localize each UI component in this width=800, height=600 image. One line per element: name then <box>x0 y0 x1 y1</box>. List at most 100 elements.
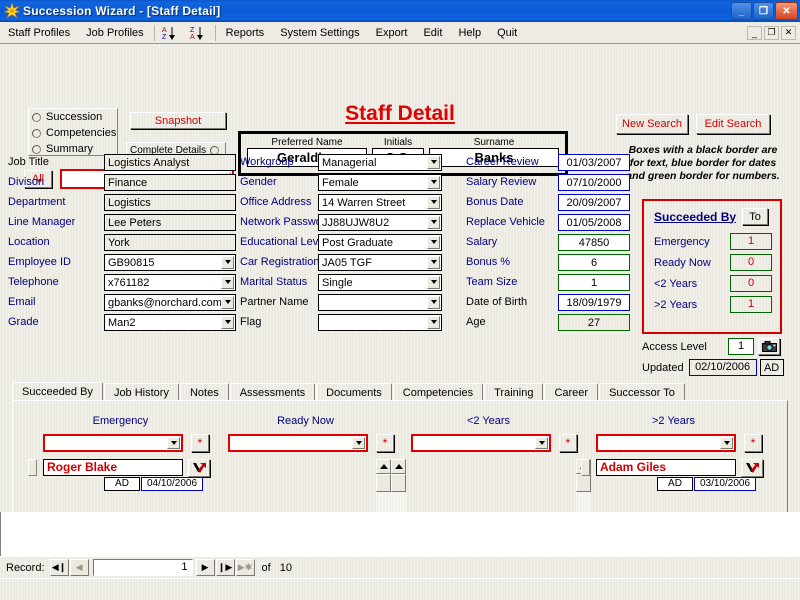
first-record-button[interactable]: ◀❙ <box>49 559 69 576</box>
menu-item-export[interactable]: Export <box>368 24 416 42</box>
tab-job-history[interactable]: Job History <box>103 383 179 401</box>
chevron-down-icon[interactable] <box>427 215 440 229</box>
chevron-down-icon[interactable] <box>427 295 440 309</box>
field-text[interactable]: Logistics Analyst <box>104 153 236 171</box>
field-combo[interactable] <box>318 293 442 311</box>
tab-assessments[interactable]: Assessments <box>229 383 316 401</box>
field-combo[interactable]: gbanks@norchard.com <box>104 293 236 311</box>
field-combo[interactable]: GB90815 <box>104 253 236 271</box>
successor-picker-combo[interactable] <box>411 434 551 452</box>
edit-search-button[interactable]: Edit Search <box>696 114 770 134</box>
radio-option-competencies[interactable]: Competencies <box>29 125 117 141</box>
field-combo[interactable]: x761182 <box>104 273 236 291</box>
record-selector[interactable] <box>581 459 590 476</box>
field-text[interactable]: Finance <box>104 173 236 191</box>
field-text[interactable]: York <box>104 233 236 251</box>
mdi-close-button[interactable]: ✕ <box>781 25 796 40</box>
successor-picker-combo[interactable] <box>228 434 368 452</box>
chevron-down-icon[interactable] <box>352 437 365 449</box>
tab-training[interactable]: Training <box>484 383 544 401</box>
menu-item-system-settings[interactable]: System Settings <box>272 24 367 42</box>
chevron-down-icon[interactable] <box>427 175 440 189</box>
tab-successor-to[interactable]: Successor To <box>599 383 685 401</box>
previous-record-button[interactable]: ◀ <box>69 559 89 576</box>
field-combo[interactable] <box>318 313 442 331</box>
chevron-down-icon[interactable] <box>535 437 548 449</box>
menu-item-reports[interactable]: Reports <box>218 24 273 42</box>
record-number-input[interactable]: 1 <box>92 559 193 576</box>
field-combo[interactable]: Man2 <box>104 313 236 331</box>
sort-z-to-a-icon[interactable]: Z A <box>185 24 213 42</box>
chevron-down-icon[interactable] <box>221 315 234 329</box>
chevron-down-icon[interactable] <box>167 437 180 449</box>
scroll-up-button[interactable] <box>391 459 406 474</box>
menu-item-quit[interactable]: Quit <box>489 24 525 42</box>
add-successor-button[interactable]: * <box>376 434 394 452</box>
field-number[interactable]: 6 <box>558 253 630 271</box>
field-combo[interactable]: Single <box>318 273 442 291</box>
successor-to-button[interactable]: To <box>742 208 769 225</box>
field-date[interactable]: 01/05/2008 <box>558 213 630 231</box>
next-record-button[interactable]: ▶ <box>195 559 215 576</box>
sort-a-to-z-icon[interactable]: A Z <box>157 24 185 42</box>
field-text[interactable]: Logistics <box>104 193 236 211</box>
chevron-down-icon[interactable] <box>427 315 440 329</box>
field-date[interactable]: 01/03/2007 <box>558 153 630 171</box>
tab-competencies[interactable]: Competencies <box>392 383 484 401</box>
chevron-down-icon[interactable] <box>720 437 733 449</box>
field-combo[interactable]: JA05 TGF <box>318 253 442 271</box>
scroll-up-button[interactable] <box>376 459 391 474</box>
add-successor-button[interactable]: * <box>744 434 762 452</box>
scrollbar-thumb[interactable] <box>376 474 391 492</box>
restore-button[interactable]: ❐ <box>753 2 774 20</box>
field-number[interactable]: 1 <box>558 273 630 291</box>
add-successor-button[interactable]: * <box>191 434 209 452</box>
successor-picker-combo[interactable] <box>596 434 736 452</box>
delete-record-icon[interactable] <box>188 459 210 477</box>
chevron-down-icon[interactable] <box>427 255 440 269</box>
new-search-button[interactable]: New Search <box>616 114 688 134</box>
close-button[interactable]: ✕ <box>775 2 798 20</box>
last-record-button[interactable]: ❙▶ <box>215 559 235 576</box>
field-date[interactable]: 07/10/2000 <box>558 173 630 191</box>
tab-documents[interactable]: Documents <box>316 383 392 401</box>
add-successor-button[interactable]: * <box>559 434 577 452</box>
scrollbar-thumb[interactable] <box>576 474 591 492</box>
successor-name[interactable]: Roger Blake <box>43 459 183 476</box>
new-record-button[interactable]: ▶✱ <box>235 559 255 576</box>
mdi-minimize-button[interactable]: _ <box>747 25 762 40</box>
chevron-down-icon[interactable] <box>221 295 234 309</box>
field-combo[interactable]: Post Graduate <box>318 233 442 251</box>
field-label: Gender <box>240 176 277 188</box>
chevron-down-icon[interactable] <box>221 275 234 289</box>
tab-notes[interactable]: Notes <box>179 383 229 401</box>
field-combo[interactable]: Managerial <box>318 153 442 171</box>
menu-item-staff-profiles[interactable]: Staff Profiles <box>0 24 78 42</box>
field-combo[interactable]: Female <box>318 173 442 191</box>
camera-icon[interactable] <box>758 338 780 355</box>
menu-item-job-profiles[interactable]: Job Profiles <box>78 24 151 42</box>
minimize-button[interactable]: _ <box>731 2 752 20</box>
scrollbar-thumb[interactable] <box>391 474 406 492</box>
access-level-value[interactable]: 1 <box>728 338 754 355</box>
tab-succeeded-by[interactable]: Succeeded By <box>12 382 103 401</box>
chevron-down-icon[interactable] <box>427 155 440 169</box>
successor-name[interactable]: Adam Giles <box>596 459 736 476</box>
field-number[interactable]: 47850 <box>558 233 630 251</box>
tab-career[interactable]: Career <box>544 383 599 401</box>
field-combo[interactable]: 14 Warren Street <box>318 193 442 211</box>
field-text[interactable]: Lee Peters <box>104 213 236 231</box>
mdi-restore-button[interactable]: ❐ <box>764 25 779 40</box>
field-date[interactable]: 20/09/2007 <box>558 193 630 211</box>
menu-item-help[interactable]: Help <box>450 24 489 42</box>
menu-item-edit[interactable]: Edit <box>415 24 450 42</box>
chevron-down-icon[interactable] <box>427 195 440 209</box>
delete-record-icon[interactable] <box>741 459 763 477</box>
chevron-down-icon[interactable] <box>427 235 440 249</box>
field-combo[interactable]: JJ88UJW8U2 <box>318 213 442 231</box>
field-date[interactable]: 18/09/1979 <box>558 293 630 311</box>
record-selector[interactable] <box>28 459 37 476</box>
chevron-down-icon[interactable] <box>221 255 234 269</box>
chevron-down-icon[interactable] <box>427 275 440 289</box>
successor-picker-combo[interactable] <box>43 434 183 452</box>
